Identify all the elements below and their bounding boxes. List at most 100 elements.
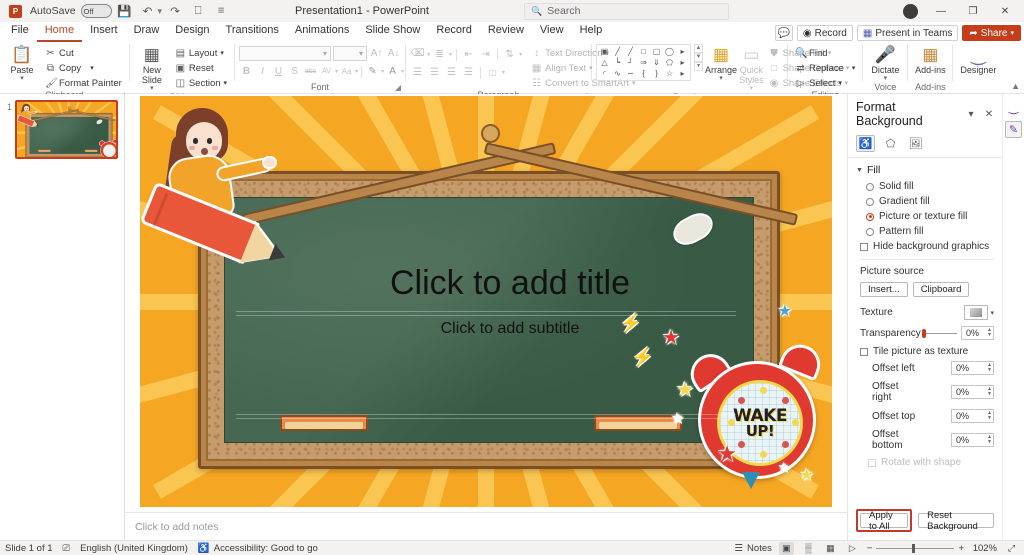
tab-home[interactable]: Home — [36, 22, 83, 42]
underline-button[interactable]: U — [271, 64, 286, 79]
checkbox-tile-picture-as-texture[interactable]: Tile picture as texture — [860, 346, 994, 357]
clipboard-picture-button[interactable]: Clipboard — [912, 282, 970, 297]
font-color-button[interactable]: A — [385, 64, 400, 79]
insert-picture-button[interactable]: Insert... — [860, 282, 908, 297]
start-presentation-icon[interactable]: ⎕ — [188, 2, 208, 20]
share-dropdown-arrow[interactable]: ▾ — [1010, 29, 1014, 37]
cut-button[interactable]: ✂ Cut — [42, 46, 125, 60]
spinner-arrows[interactable]: ▲ ▼ — [987, 327, 992, 339]
section-button[interactable]: ◫ Section ▾ — [172, 76, 230, 90]
italic-button[interactable]: I — [255, 64, 270, 79]
slide-canvas[interactable]: WAKE UP! ★ ★ ★ ★ ★ ★ ★ ⚡ ⚡ Click to add … — [140, 96, 832, 507]
shape-scribble[interactable]: ∼ — [624, 68, 637, 79]
shape-arrow[interactable]: ╱ — [624, 46, 637, 57]
radio-gradient-fill[interactable]: Gradient fill — [866, 196, 994, 207]
change-case-button[interactable]: Aa — [339, 64, 354, 79]
increase-indent-button[interactable]: ⇥ — [478, 47, 493, 62]
redo-icon[interactable]: ↷ — [165, 2, 185, 20]
layout-button[interactable]: ▤ Layout ▾ — [172, 46, 230, 60]
font-name-combobox[interactable]: ▾ — [239, 46, 332, 61]
texture-dropdown-arrow[interactable]: ▾ — [990, 309, 994, 317]
zoom-slider[interactable]: − + — [867, 543, 964, 554]
share-button[interactable]: ➦ Share ▾ — [962, 25, 1021, 41]
normal-view-button[interactable]: ▣ — [778, 541, 794, 555]
columns-button[interactable]: ◫ — [485, 65, 500, 80]
save-icon[interactable]: 💾 — [115, 2, 135, 20]
shape-arrow-right[interactable]: ⇒ — [637, 57, 650, 68]
texture-picker[interactable] — [964, 305, 989, 320]
offset-top-spinner[interactable]: 0% ▲ ▼ — [951, 409, 994, 423]
designer-button[interactable]: ⏝ Designer — [957, 44, 999, 76]
text-highlight-color-button[interactable]: ✎ — [365, 64, 380, 79]
arrange-button[interactable]: ▦ Arrange ▾ — [705, 44, 737, 83]
numbering-dropdown-arrow[interactable]: ▾ — [449, 51, 452, 58]
record-button[interactable]: ◉ Record — [796, 25, 853, 41]
shape-triangle[interactable]: △ — [598, 57, 611, 68]
notes-page-icon[interactable]: ⎚ — [63, 543, 71, 554]
slide-show-button[interactable]: ▷ — [845, 542, 860, 555]
tab-draw[interactable]: Draw — [126, 22, 168, 42]
tab-help[interactable]: Help — [572, 22, 611, 42]
shape-textbox[interactable]: ▣ — [598, 46, 611, 57]
shape-line[interactable]: ╱ — [611, 46, 624, 57]
zoom-thumb[interactable] — [912, 543, 916, 553]
justify-button[interactable]: ☰ — [461, 65, 476, 80]
customize-quick-access-icon[interactable]: ≡ — [211, 2, 231, 20]
slider-thumb[interactable] — [922, 328, 926, 338]
bullets-button[interactable]: ≡ — [410, 47, 425, 62]
change-case-dropdown-arrow[interactable]: ▾ — [355, 68, 358, 75]
shape-elbow[interactable]: ┘ — [624, 57, 637, 68]
search-input[interactable]: 🔍 Search — [523, 2, 729, 20]
designer-rail-icon[interactable]: ⏝ — [1005, 100, 1022, 117]
increase-font-size-button[interactable]: A↑ — [369, 46, 384, 61]
replace-dropdown-arrow[interactable]: ▾ — [852, 64, 856, 72]
layout-dropdown-arrow[interactable]: ▾ — [220, 49, 224, 57]
offset-right-spinner[interactable]: 0% ▲ ▼ — [951, 385, 994, 399]
line-spacing-dropdown-arrow[interactable]: ▾ — [519, 51, 522, 58]
checkbox-hide-background-graphics[interactable]: Hide background graphics — [860, 241, 994, 252]
slide-count[interactable]: Slide 1 of 1 — [5, 543, 53, 554]
line-spacing-button[interactable]: ⇅ — [502, 47, 517, 62]
title-placeholder[interactable]: Click to add title — [310, 264, 710, 303]
shapes-gallery-scroll[interactable]: ▲ ▼ ▾ — [694, 44, 704, 71]
maximize-button[interactable]: ❐ — [958, 0, 988, 22]
shape-pentagon[interactable]: ⬠ — [663, 57, 676, 68]
offset-left-spinner[interactable]: 0% ▲ ▼ — [951, 361, 994, 375]
reset-button[interactable]: ▣ Reset — [172, 61, 230, 75]
tab-view[interactable]: View — [532, 22, 572, 42]
undo-dropdown-arrow[interactable]: ▾ — [158, 6, 163, 17]
pentagon-icon[interactable]: ⬠ — [881, 135, 900, 152]
zoom-track[interactable] — [876, 543, 955, 553]
section-dropdown-arrow[interactable]: ▾ — [224, 79, 228, 87]
shape-rounded-rect[interactable]: ▢ — [650, 46, 663, 57]
tab-transitions[interactable]: Transitions — [218, 22, 287, 42]
decrease-indent-button[interactable]: ⇤ — [461, 47, 476, 62]
paste-dropdown-arrow[interactable]: ▾ — [20, 75, 24, 82]
align-center-button[interactable]: ☰ — [427, 65, 442, 80]
quick-styles-button[interactable]: ▭ Quick Styles ▾ — [739, 44, 764, 93]
subtitle-placeholder[interactable]: Click to add subtitle — [310, 320, 710, 338]
select-button[interactable]: ▷ Select ▾ — [792, 76, 858, 90]
character-spacing-dropdown-arrow[interactable]: ▾ — [335, 68, 338, 75]
fit-to-window-icon[interactable]: ⤢ — [1004, 542, 1019, 555]
copy-button[interactable]: ⧉ Copy ▾ — [42, 61, 125, 75]
dictate-button[interactable]: 🎤 Dictate ▾ — [867, 44, 903, 83]
shape-rectangle[interactable]: □ — [637, 46, 650, 57]
apply-to-all-button[interactable]: Apply to All — [860, 510, 909, 532]
text-shadow-button[interactable]: S — [287, 64, 302, 79]
zoom-out-button[interactable]: − — [867, 543, 873, 554]
picture-icon[interactable]: 🖼 — [906, 135, 925, 152]
ribbon-collapse-button[interactable]: ▲ — [1011, 81, 1020, 91]
shape-star[interactable]: ☆ — [663, 68, 676, 79]
avatar[interactable] — [903, 3, 918, 19]
shape-curve[interactable]: ∿ — [611, 68, 624, 79]
slide-sorter-view-button[interactable]: ▒ — [801, 542, 816, 555]
notes-pane[interactable]: Click to add notes — [125, 512, 847, 540]
undo-icon[interactable]: ↶ — [138, 2, 158, 20]
copy-dropdown-arrow[interactable]: ▾ — [90, 64, 94, 72]
shapes-gallery[interactable]: ▣ ╱ ╱ □ ▢ ◯ ▸ △ ┕ ┘ ⇒ ⇓ ⬠ ▸ ◜ ∿ ∼ {} ☆ … — [596, 44, 692, 81]
tab-slide-show[interactable]: Slide Show — [357, 22, 428, 42]
autosave-toggle[interactable]: Off — [80, 4, 434, 42]
shape-brace-left[interactable]: { — [637, 68, 650, 79]
minimize-button[interactable]: — — [926, 0, 956, 22]
